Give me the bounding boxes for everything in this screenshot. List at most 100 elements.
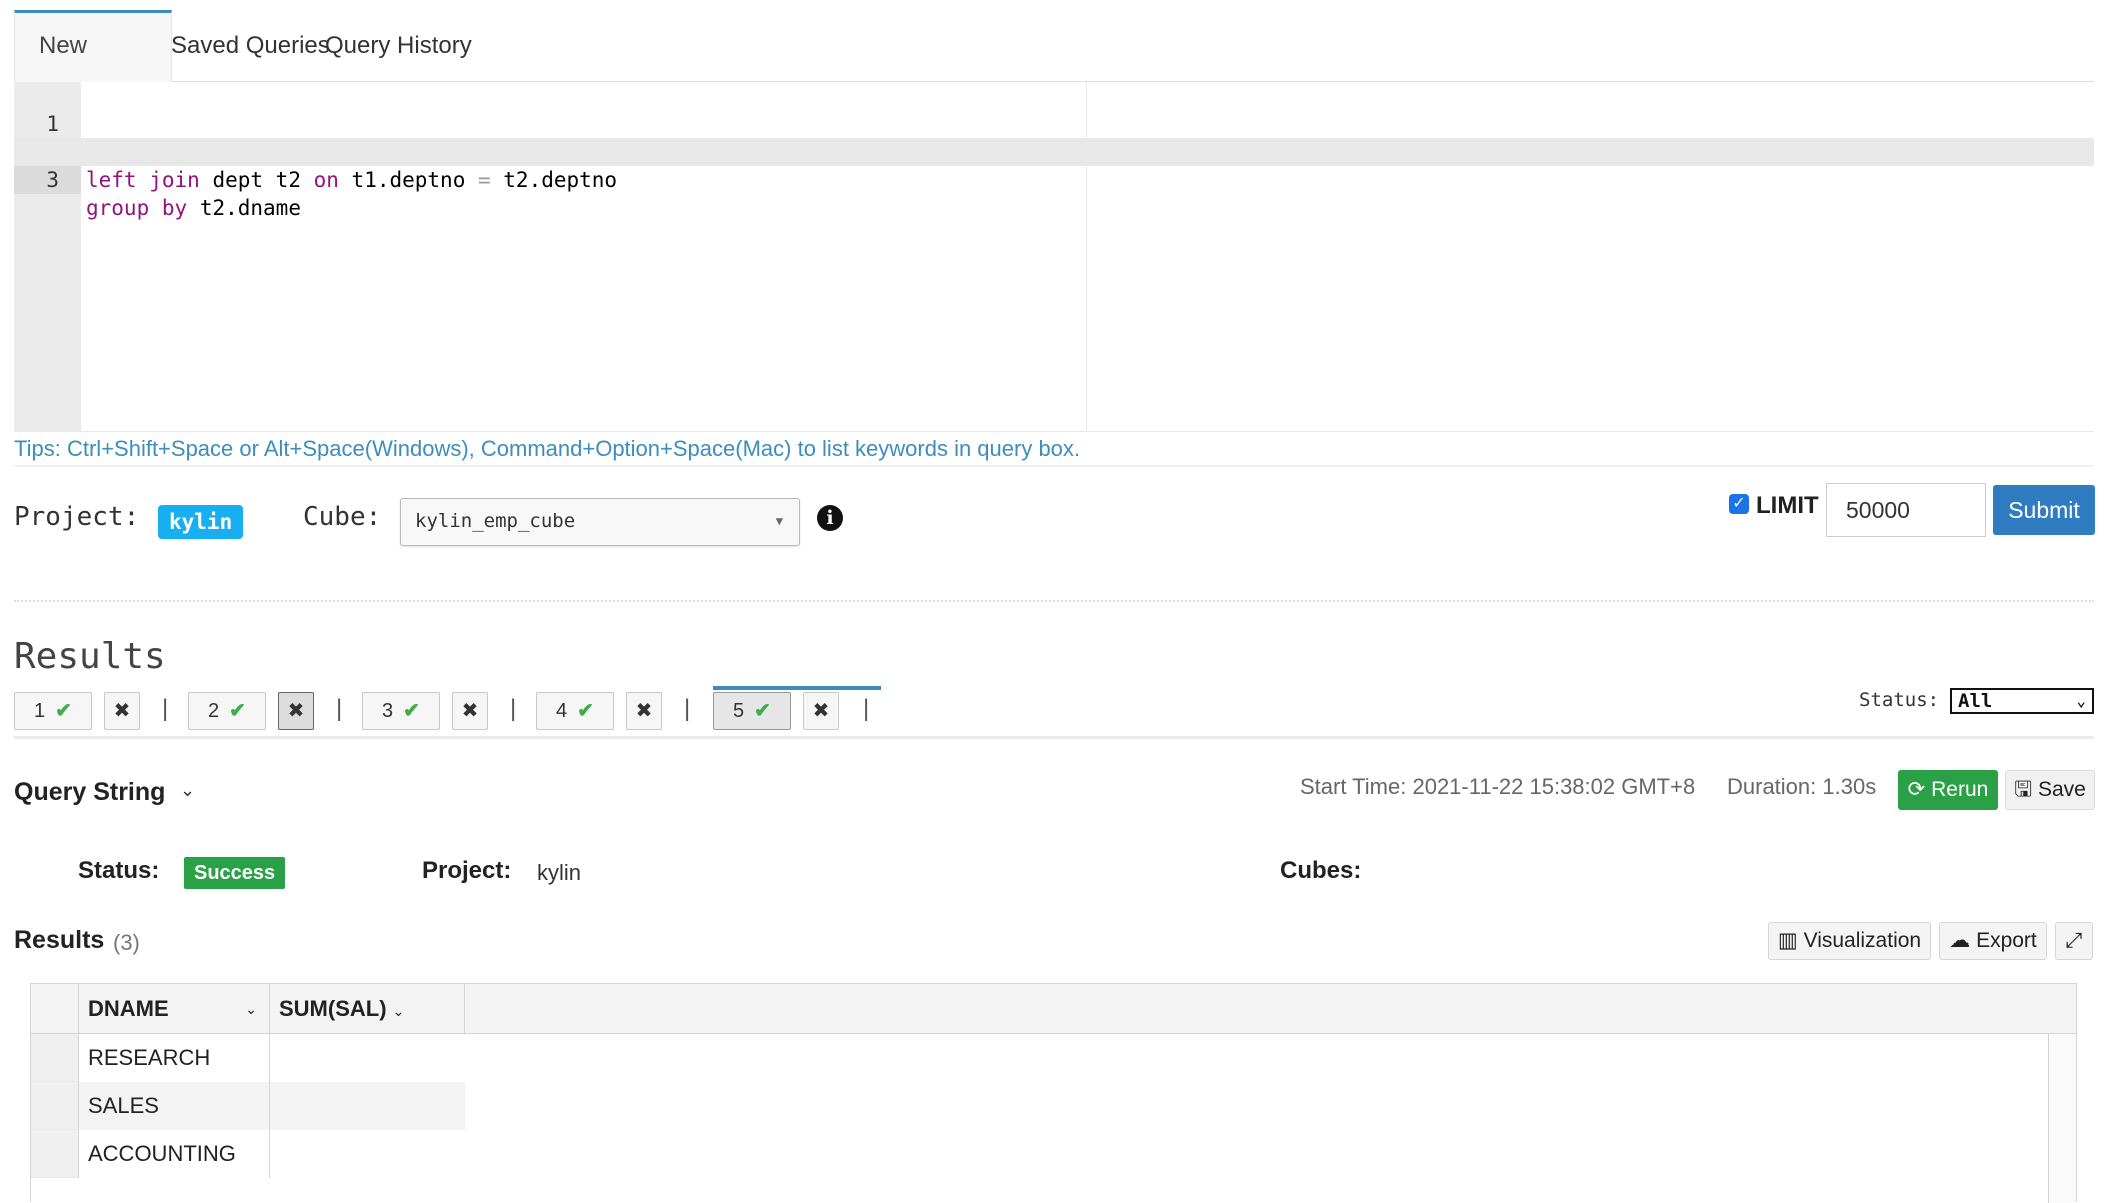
- tab-separator: |: [162, 695, 169, 722]
- visualization-button[interactable]: ▥ Visualization: [1768, 922, 1931, 960]
- row-selector[interactable]: [31, 1082, 79, 1130]
- code-text: left join dept t2 on t1.deptno = t2.dept…: [86, 168, 618, 192]
- cube-label: Cube:: [303, 502, 382, 532]
- table-row[interactable]: ACCOUNTING: [31, 1130, 465, 1178]
- status-label: Status:: [78, 857, 160, 884]
- info-icon[interactable]: i: [817, 505, 843, 531]
- floppy-disk-icon: 🖫: [2014, 778, 2033, 801]
- submit-button[interactable]: Submit: [1993, 485, 2095, 535]
- query-string-toggle[interactable]: Query String: [14, 778, 165, 807]
- save-button[interactable]: 🖫 Save: [2005, 770, 2095, 810]
- check-icon: ✔: [55, 700, 72, 722]
- chevron-down-icon[interactable]: ⌄: [393, 1003, 405, 1019]
- tab-separator: |: [336, 695, 343, 722]
- code-line-1[interactable]: 1 select t2.dname,sum(sal) from emp t1: [14, 82, 2094, 164]
- status-filter-value: All: [1958, 690, 1993, 712]
- chevron-down-icon[interactable]: ⌄: [245, 984, 257, 1034]
- result-tab-label: 2: [208, 700, 220, 722]
- close-result-5-button[interactable]: ✖: [803, 692, 839, 730]
- close-result-4-button[interactable]: ✖: [626, 692, 662, 730]
- bar-chart-icon: ▥: [1777, 929, 1798, 952]
- result-tab-label: 3: [382, 700, 394, 722]
- table-row[interactable]: SALES: [31, 1082, 465, 1130]
- query-tabs: New Query Saved Queries Query History: [14, 10, 2094, 125]
- close-icon: ✖: [113, 700, 131, 722]
- tab-query-history[interactable]: Query History: [301, 10, 496, 82]
- project-badge: kylin: [158, 505, 244, 539]
- results-heading: Results: [14, 636, 166, 677]
- expand-icon: ⤢: [2065, 929, 2083, 952]
- check-icon: ✔: [229, 700, 246, 722]
- result-tab-1[interactable]: 1 ✔: [14, 692, 92, 730]
- divider: [14, 736, 2094, 739]
- double-chevron-down-icon[interactable]: ⌄: [180, 780, 195, 801]
- code-line-3[interactable]: 3 group by t2.dname: [14, 138, 2094, 220]
- table-cell: [270, 1130, 465, 1178]
- project-meta-value: kylin: [537, 860, 582, 885]
- chevron-down-icon: ▼: [775, 514, 783, 528]
- limit-checkbox[interactable]: ✓: [1729, 494, 1749, 514]
- rerun-button[interactable]: ⟳ Rerun: [1898, 770, 1998, 810]
- divider: [14, 600, 2094, 602]
- column-header-sum-sal[interactable]: SUM(SAL) ⌄: [270, 984, 465, 1034]
- vertical-scrollbar[interactable]: [2048, 1034, 2076, 1203]
- close-icon: ✖: [812, 700, 830, 722]
- limit-label: LIMIT: [1756, 492, 1819, 519]
- code-text: group by t2.dname: [86, 196, 301, 220]
- status-filter-label: Status:: [1859, 689, 1940, 711]
- table-cell: SALES: [79, 1082, 270, 1130]
- cube-select[interactable]: kylin_emp_cube ▼: [400, 498, 800, 546]
- status-badge: Success: [184, 857, 286, 889]
- row-selector[interactable]: [31, 1130, 79, 1178]
- results-grid: DNAME ⌄ SUM(SAL) ⌄ RESEARCH SALES ACCOUN…: [30, 983, 2077, 1203]
- table-cell: RESEARCH: [79, 1034, 270, 1082]
- result-tab-4[interactable]: 4 ✔: [536, 692, 614, 730]
- result-tab-label: 4: [556, 700, 568, 722]
- cloud-download-icon: ☁: [1949, 929, 1971, 952]
- visualization-label: Visualization: [1803, 929, 1922, 952]
- result-tab-label: 1: [34, 700, 46, 722]
- duration: Duration: 1.30s: [1727, 774, 1877, 799]
- table-cell: [270, 1082, 465, 1130]
- results-count: (3): [113, 930, 140, 955]
- export-label: Export: [1976, 929, 2037, 952]
- active-tab-indicator: [713, 686, 881, 690]
- close-result-3-button[interactable]: ✖: [452, 692, 488, 730]
- chevron-down-icon: ⌄: [2076, 691, 2086, 710]
- status-filter-select[interactable]: All ⌄: [1950, 688, 2094, 714]
- tab-separator: |: [684, 695, 691, 722]
- close-icon: ✖: [287, 700, 305, 722]
- save-label: Save: [2037, 778, 2086, 801]
- tab-separator: |: [863, 695, 870, 722]
- export-button[interactable]: ☁ Export: [1939, 922, 2047, 960]
- close-icon: ✖: [635, 700, 653, 722]
- table-cell: [270, 1034, 465, 1082]
- limit-input[interactable]: 50000: [1826, 483, 1986, 537]
- row-selector-header: [31, 984, 79, 1034]
- divider: [14, 465, 2094, 467]
- editor-tips: Tips: Ctrl+Shift+Space or Alt+Space(Wind…: [14, 436, 1081, 461]
- cubes-label: Cubes:: [1280, 857, 1362, 884]
- code-line-2[interactable]: 2 left join dept t2 on t1.deptno = t2.de…: [14, 110, 2094, 192]
- table-cell: ACCOUNTING: [79, 1130, 270, 1178]
- check-icon: ✔: [403, 700, 420, 722]
- table-row[interactable]: RESEARCH: [31, 1034, 465, 1082]
- sql-editor[interactable]: 1 select t2.dname,sum(sal) from emp t1 2…: [14, 82, 2094, 432]
- result-tab-3[interactable]: 3 ✔: [362, 692, 440, 730]
- project-meta-label: Project:: [422, 857, 512, 884]
- result-tab-5[interactable]: 5 ✔: [713, 692, 791, 730]
- cube-select-value: kylin_emp_cube: [415, 510, 576, 532]
- line-number: 3: [14, 166, 81, 194]
- results-title: Results: [14, 926, 105, 954]
- check-icon: ✔: [754, 700, 771, 722]
- rerun-label: Rerun: [1931, 778, 1989, 801]
- close-result-1-button[interactable]: ✖: [104, 692, 140, 730]
- check-icon: ✔: [577, 700, 594, 722]
- grid-header: DNAME ⌄ SUM(SAL) ⌄: [31, 984, 2076, 1034]
- column-header-dname[interactable]: DNAME ⌄: [79, 984, 270, 1034]
- fullscreen-button[interactable]: ⤢: [2055, 922, 2093, 960]
- row-selector[interactable]: [31, 1034, 79, 1082]
- result-tab-2[interactable]: 2 ✔: [188, 692, 266, 730]
- close-result-2-button[interactable]: ✖: [278, 692, 314, 730]
- result-tab-label: 5: [733, 700, 745, 722]
